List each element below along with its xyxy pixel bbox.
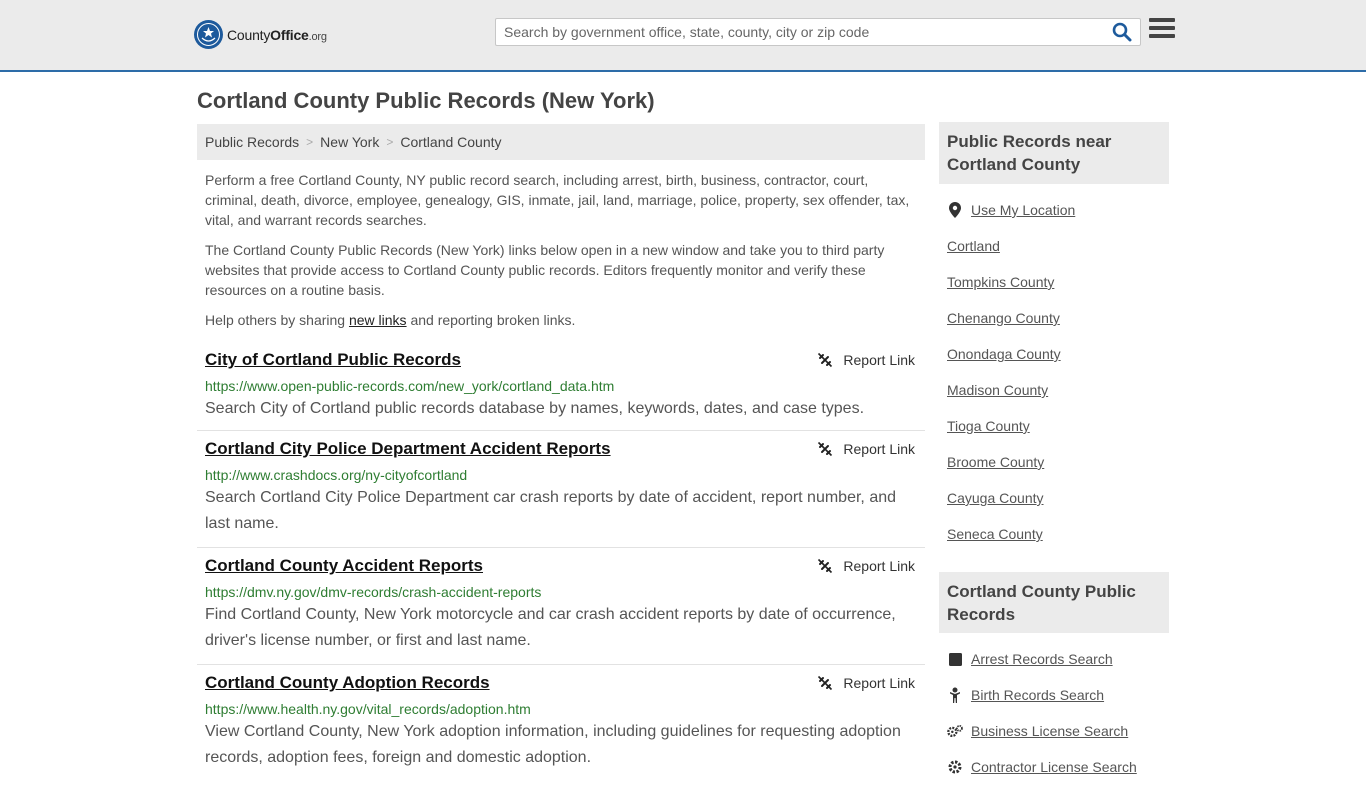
record-url: https://www.health.ny.gov/vital_records/…: [205, 701, 531, 717]
sidebar-link[interactable]: Cortland: [947, 238, 1000, 254]
child-icon: [947, 687, 963, 703]
search-icon[interactable]: [1112, 22, 1134, 44]
sidebar-link[interactable]: Seneca County: [947, 526, 1043, 542]
record-title-link[interactable]: City of Cortland Public Records: [205, 350, 461, 370]
seal-icon: [194, 20, 223, 49]
record-item: Cortland City Police Department Accident…: [197, 431, 925, 548]
sidebar-link[interactable]: Contractor License Search: [971, 759, 1137, 775]
sidebar-link[interactable]: Business License Search: [971, 723, 1128, 739]
record-item: Cortland County Adoption Records Report …: [197, 665, 925, 782]
record-description: View Cortland County, New York adoption …: [205, 723, 901, 766]
square-icon: [947, 651, 963, 667]
sidebar-link[interactable]: Madison County: [947, 382, 1048, 398]
disclaimer-paragraph: The Cortland County Public Records (New …: [205, 242, 885, 298]
sidebar-item-seneca[interactable]: Seneca County: [947, 516, 1169, 552]
breadcrumb-separator: >: [386, 135, 394, 149]
breadcrumb-cortland-county: Cortland County: [400, 134, 502, 150]
record-item: City of Cortland Public Records Report L…: [197, 342, 925, 431]
logo-text: CountyOffice.org: [227, 26, 327, 43]
sidebar-item-tompkins[interactable]: Tompkins County: [947, 264, 1169, 300]
record-title-link[interactable]: Cortland County Accident Reports: [205, 556, 483, 576]
record-item: Cortland County Accident Reports Report …: [197, 548, 925, 665]
record-title-link[interactable]: Cortland County Adoption Records: [205, 673, 490, 693]
sidebar-county-list: Arrest Records Search Birth Records Sear…: [947, 641, 1169, 785]
breadcrumb-new-york[interactable]: New York: [320, 134, 379, 150]
record-description: Search City of Cortland public records d…: [205, 400, 865, 417]
sidebar-link[interactable]: Cayuga County: [947, 490, 1044, 506]
cogs-icon: [947, 723, 963, 739]
sidebar-item-birth[interactable]: Birth Records Search: [947, 677, 1169, 713]
sidebar-item-contractor[interactable]: Contractor License Search: [947, 749, 1169, 785]
sidebar-item-business[interactable]: Business License Search: [947, 713, 1169, 749]
broken-link-icon: [818, 441, 833, 457]
record-url: https://dmv.ny.gov/dmv-records/crash-acc…: [205, 584, 542, 600]
record-description: Search Cortland City Police Department c…: [205, 489, 897, 532]
record-description: Find Cortland County, New York motorcycl…: [205, 606, 896, 649]
new-links-link[interactable]: new links: [349, 312, 407, 328]
report-link-button[interactable]: Report Link: [817, 441, 915, 457]
sidebar-item-tioga[interactable]: Tioga County: [947, 408, 1169, 444]
sidebar-item-arrest[interactable]: Arrest Records Search: [947, 641, 1169, 677]
sidebar-link[interactable]: Onondaga County: [947, 346, 1061, 362]
record-title-link[interactable]: Cortland City Police Department Accident…: [205, 439, 611, 459]
sidebar-link[interactable]: Birth Records Search: [971, 687, 1104, 703]
report-link-button[interactable]: Report Link: [817, 352, 915, 368]
sidebar-near-list: Use My Location Cortland Tompkins County…: [947, 192, 1169, 552]
intro-paragraph: Perform a free Cortland County, NY publi…: [205, 172, 910, 228]
sidebar-item-madison[interactable]: Madison County: [947, 372, 1169, 408]
broken-link-icon: [818, 352, 833, 368]
site-logo[interactable]: CountyOffice.org: [194, 20, 327, 49]
search-input[interactable]: [496, 19, 1096, 45]
gear-icon: [947, 759, 963, 775]
breadcrumb-public-records[interactable]: Public Records: [205, 134, 299, 150]
sidebar-link[interactable]: Arrest Records Search: [971, 651, 1113, 667]
report-link-button[interactable]: Report Link: [817, 558, 915, 574]
page-title: Cortland County Public Records (New York…: [197, 88, 655, 113]
map-marker-icon: [947, 202, 963, 218]
breadcrumb: Public Records > New York > Cortland Cou…: [197, 124, 925, 160]
sidebar-county-heading: Cortland County Public Records: [939, 572, 1169, 633]
record-url: http://www.crashdocs.org/ny-cityofcortla…: [205, 467, 468, 483]
broken-link-icon: [818, 558, 833, 574]
sidebar-item-onondaga[interactable]: Onondaga County: [947, 336, 1169, 372]
sidebar-item-cortland[interactable]: Cortland: [947, 228, 1169, 264]
use-location-link[interactable]: Use My Location: [971, 202, 1075, 218]
site-header: CountyOffice.org: [0, 0, 1366, 72]
sidebar-near-heading: Public Records near Cortland County: [939, 122, 1169, 184]
sidebar-item-chenango[interactable]: Chenango County: [947, 300, 1169, 336]
sidebar-item-broome[interactable]: Broome County: [947, 444, 1169, 480]
sidebar-item-use-location[interactable]: Use My Location: [947, 192, 1169, 228]
sidebar-item-cayuga[interactable]: Cayuga County: [947, 480, 1169, 516]
record-url: https://www.open-public-records.com/new_…: [205, 378, 615, 394]
sidebar-link[interactable]: Tompkins County: [947, 274, 1054, 290]
search-box: [495, 18, 1141, 46]
report-link-button[interactable]: Report Link: [817, 675, 915, 691]
sidebar-link[interactable]: Tioga County: [947, 418, 1030, 434]
share-paragraph: Help others by sharing new links and rep…: [205, 312, 576, 328]
sidebar-link[interactable]: Broome County: [947, 454, 1044, 470]
broken-link-icon: [818, 675, 833, 691]
records-list: City of Cortland Public Records Report L…: [197, 342, 925, 782]
hamburger-menu-icon[interactable]: [1149, 18, 1175, 44]
breadcrumb-separator: >: [306, 135, 314, 149]
sidebar-link[interactable]: Chenango County: [947, 310, 1060, 326]
